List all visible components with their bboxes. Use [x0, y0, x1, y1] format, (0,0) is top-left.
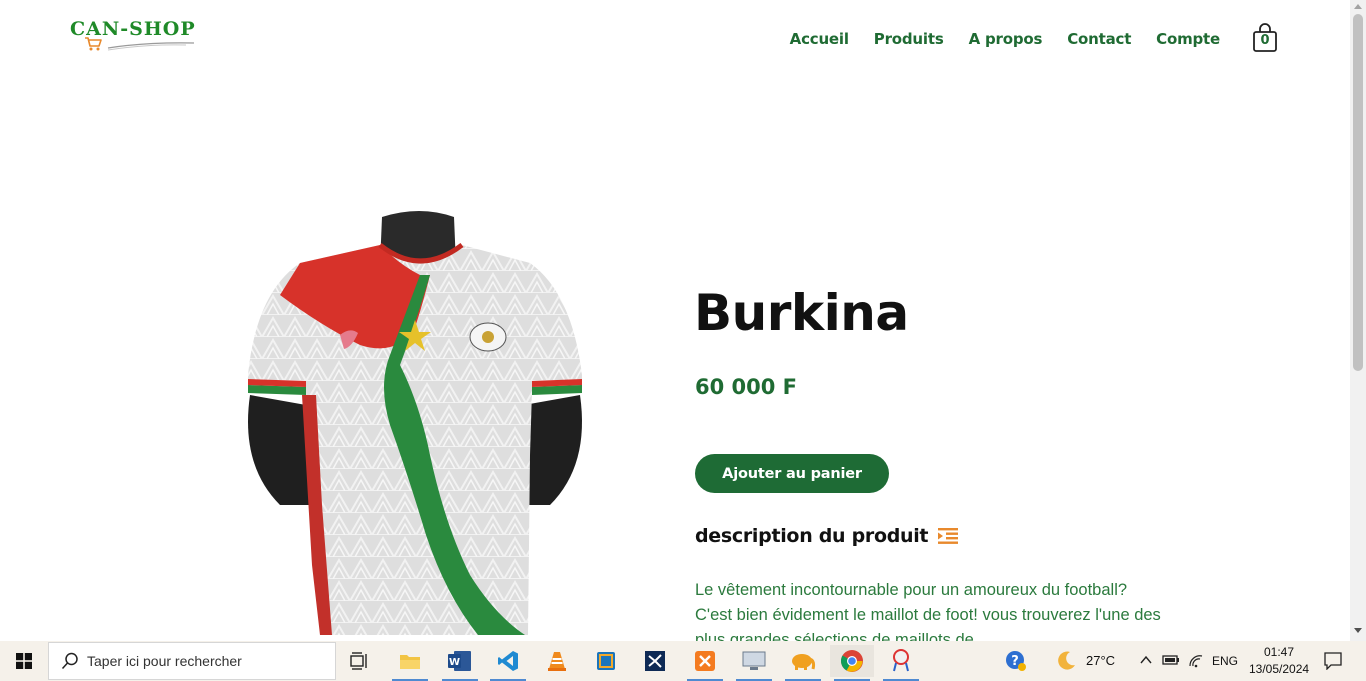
visual-studio-icon — [645, 651, 665, 671]
windows-taskbar: W — [0, 641, 1366, 681]
shopping-cart-icon — [85, 37, 102, 51]
clock-time[interactable]: 01:47 — [1264, 645, 1294, 659]
help-icon: ? — [1006, 651, 1026, 671]
indent-list-icon — [938, 528, 959, 544]
scroll-up-arrow-icon[interactable] — [1354, 4, 1362, 9]
scroll-thumb[interactable] — [1353, 14, 1363, 371]
nav-link-produits[interactable]: Produits — [874, 30, 944, 48]
cart-button[interactable]: 0 — [1252, 22, 1278, 52]
vlc-icon — [548, 652, 566, 671]
product-title: Burkina — [694, 284, 909, 342]
start-button[interactable] — [0, 641, 48, 681]
product-price: 60 000 F — [695, 375, 798, 399]
word-button[interactable]: W — [438, 645, 482, 681]
nav-link-compte[interactable]: Compte — [1156, 30, 1220, 48]
windows-logo-icon — [16, 653, 32, 669]
logo-swoosh — [107, 42, 195, 51]
svg-text:W: W — [449, 657, 460, 668]
search-icon — [61, 652, 78, 670]
vscode-button[interactable] — [486, 645, 530, 681]
chrome-button[interactable] — [830, 645, 874, 681]
add-to-cart-button[interactable]: Ajouter au panier — [695, 454, 889, 493]
clock-date[interactable]: 13/05/2024 — [1249, 662, 1309, 676]
description-text: Le vêtement incontournable pour un amour… — [695, 581, 1161, 641]
nav-link-contact[interactable]: Contact — [1067, 30, 1131, 48]
elephant-app-button[interactable] — [781, 645, 825, 681]
word-icon: W — [448, 651, 471, 671]
visual-studio-button[interactable] — [633, 645, 677, 677]
search-input[interactable] — [87, 653, 317, 669]
xampp-icon — [695, 651, 715, 671]
notifications-icon[interactable] — [1324, 652, 1342, 670]
moon-icon — [1058, 651, 1075, 670]
help-button[interactable]: ? — [996, 645, 1036, 677]
task-view-button[interactable] — [338, 645, 382, 677]
main-nav: Accueil Produits A propos Contact Compte — [765, 30, 1221, 48]
vlc-button[interactable] — [535, 645, 579, 677]
paint-app-button[interactable] — [879, 645, 923, 681]
site-logo[interactable]: CAN-SHOP — [70, 16, 210, 56]
remote-desktop-button[interactable] — [732, 645, 776, 681]
scroll-down-arrow-icon[interactable] — [1354, 628, 1362, 633]
description-heading: description du produit — [695, 525, 959, 547]
task-view-icon — [350, 652, 367, 670]
cart-count: 0 — [1260, 33, 1270, 48]
file-explorer-button[interactable] — [388, 645, 432, 681]
folder-icon — [400, 655, 420, 669]
taskbar-search[interactable] — [48, 642, 336, 680]
vscode-icon — [498, 651, 518, 671]
xampp-button[interactable] — [683, 645, 727, 681]
monitor-icon — [742, 651, 766, 670]
chevron-up-icon[interactable] — [1140, 655, 1152, 665]
virtualbox-button[interactable] — [584, 645, 628, 677]
page-scrollbar[interactable] — [1350, 0, 1366, 641]
chrome-icon — [841, 650, 863, 672]
elephant-icon — [792, 654, 816, 670]
weather-widget[interactable] — [1048, 645, 1084, 677]
page-viewport: CAN-SHOP Accueil Produits A propos Conta… — [0, 0, 1350, 641]
description-heading-label: description du produit — [695, 525, 929, 547]
paint-icon — [893, 649, 909, 672]
virtualbox-icon — [597, 652, 615, 670]
weather-temperature: 27°C — [1086, 653, 1116, 668]
svg-text:?: ? — [1011, 654, 1019, 669]
nav-link-accueil[interactable]: Accueil — [790, 30, 849, 48]
language-indicator[interactable]: ENG — [1212, 654, 1238, 668]
wifi-icon[interactable] — [1188, 654, 1204, 668]
battery-icon[interactable] — [1162, 654, 1180, 666]
nav-link-a-propos[interactable]: A propos — [969, 30, 1043, 48]
product-image — [248, 211, 582, 635]
